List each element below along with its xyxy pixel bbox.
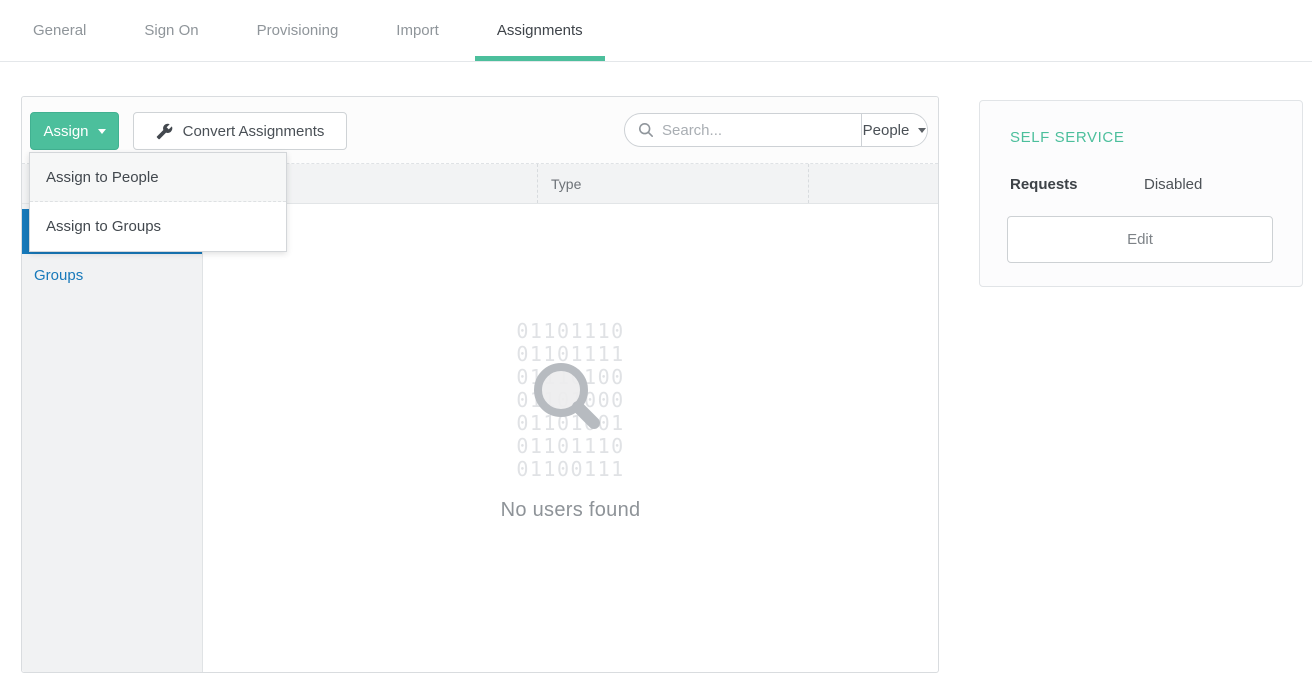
assign-button[interactable]: Assign xyxy=(30,112,119,150)
convert-assignments-button[interactable]: Convert Assignments xyxy=(133,112,347,150)
tab-general[interactable]: General xyxy=(11,0,108,61)
column-header-type: Type xyxy=(537,164,809,203)
assignment-filter-sidebar: Groups xyxy=(22,204,203,672)
assign-button-label: Assign xyxy=(43,123,88,140)
requests-status-value: Disabled xyxy=(1144,176,1202,193)
binary-line: 01101110 xyxy=(203,320,938,343)
binary-line: 01100111 xyxy=(203,458,938,481)
tab-assignments[interactable]: Assignments xyxy=(475,0,605,61)
sidebar-item-groups[interactable]: Groups xyxy=(22,254,202,296)
magnifying-glass-icon xyxy=(521,352,607,438)
assign-dropdown-menu: Assign to People Assign to Groups xyxy=(29,152,287,252)
self-service-title: SELF SERVICE xyxy=(1010,129,1124,146)
tab-provisioning[interactable]: Provisioning xyxy=(235,0,361,61)
empty-state-message: No users found xyxy=(203,499,938,522)
assignments-empty-state: 01101110 01101111 01110100 01101000 0110… xyxy=(203,204,938,672)
edit-button[interactable]: Edit xyxy=(1007,216,1273,263)
self-service-panel: SELF SERVICE Requests Disabled Edit xyxy=(979,100,1303,287)
binary-line: 01101110 xyxy=(203,435,938,458)
search-icon xyxy=(638,122,654,138)
chevron-down-icon xyxy=(98,129,106,134)
requests-label: Requests xyxy=(1010,176,1078,193)
search-scope-dropdown[interactable]: People xyxy=(861,114,927,146)
wrench-icon xyxy=(156,123,173,140)
menu-item-assign-to-groups[interactable]: Assign to Groups xyxy=(30,202,286,251)
menu-item-assign-to-people[interactable]: Assign to People xyxy=(30,153,286,202)
app-assignments-page: General Sign On Provisioning Import Assi… xyxy=(0,0,1312,686)
convert-assignments-label: Convert Assignments xyxy=(183,123,325,140)
tab-import[interactable]: Import xyxy=(374,0,461,61)
app-tab-bar: General Sign On Provisioning Import Assi… xyxy=(0,0,1312,62)
search-input[interactable] xyxy=(662,122,861,139)
search-control: People xyxy=(624,113,928,147)
tab-sign-on[interactable]: Sign On xyxy=(122,0,220,61)
chevron-down-icon xyxy=(918,128,926,133)
search-scope-label: People xyxy=(863,122,910,139)
search-field-area xyxy=(625,114,861,146)
